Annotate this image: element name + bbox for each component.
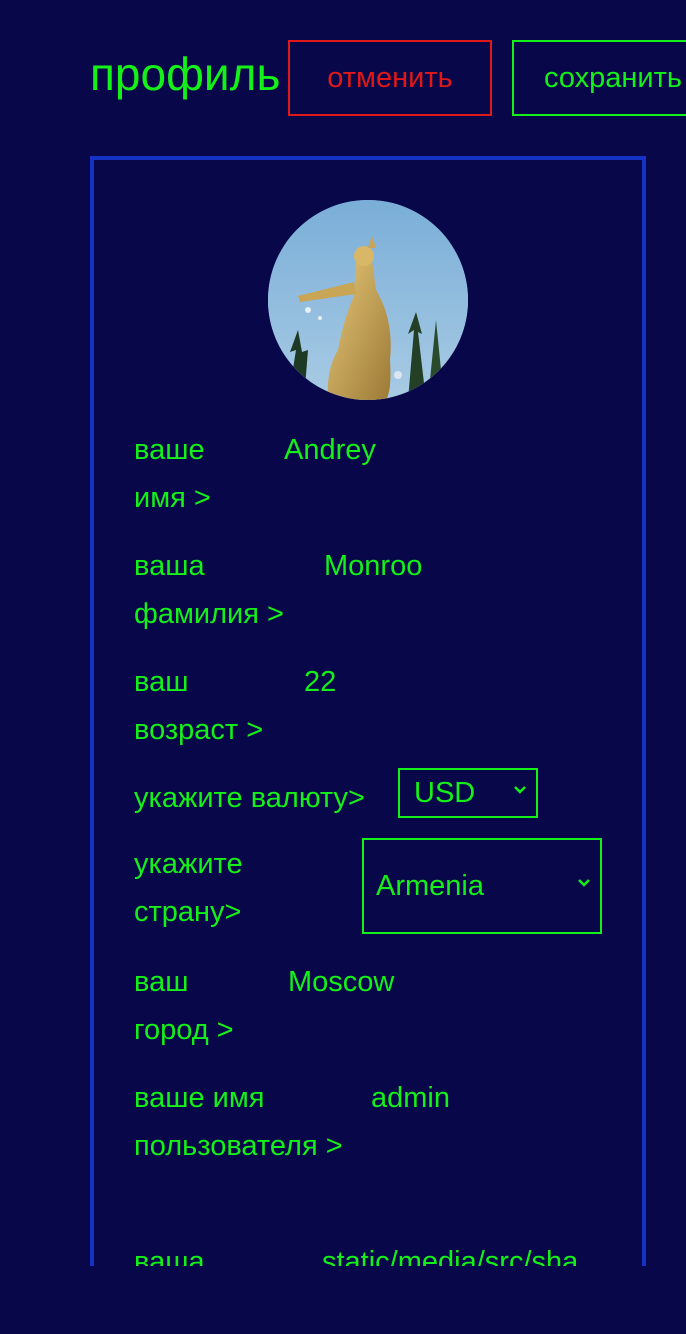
username-value[interactable]: admin [371, 1074, 450, 1122]
last-name-label: ваша фамилия > [134, 550, 284, 630]
currency-label: укажите валюту> [134, 782, 365, 814]
username-label: ваше имя пользователя > [134, 1082, 343, 1162]
last-name-value[interactable]: Monroo [324, 542, 422, 590]
cancel-button[interactable]: отменить [288, 40, 492, 116]
first-name-label: ваше имя > [134, 434, 211, 514]
country-label: укажите страну> [134, 848, 243, 928]
city-row[interactable]: ваш город > Moscow [134, 958, 614, 1054]
chevron-down-icon [578, 879, 590, 887]
currency-row: укажите валюту> [134, 774, 614, 824]
photo-label: ваша [134, 1246, 205, 1266]
last-name-row[interactable]: ваша фамилия > Monroo [134, 542, 614, 638]
first-name-value[interactable]: Andrey [284, 426, 376, 474]
country-row: укажите страну> [134, 840, 334, 936]
statue-photo [268, 200, 468, 400]
age-row[interactable]: ваш возраст > 22 [134, 658, 614, 754]
username-row[interactable]: ваше имя пользователя > admin [134, 1074, 614, 1218]
age-label: ваш возраст > [134, 666, 264, 746]
city-value[interactable]: Moscow [288, 958, 394, 1006]
currency-selected: USD [414, 776, 476, 809]
header-bar: профиль отменить сохранить [0, 0, 686, 130]
country-selected: Armenia [376, 869, 484, 902]
country-select[interactable]: Armenia [362, 838, 602, 934]
currency-select[interactable]: USD [398, 768, 538, 818]
avatar[interactable] [268, 200, 468, 400]
profile-panel: ваше имя > Andrey ваша фамилия > Monroo … [90, 156, 646, 1266]
photo-value[interactable]: static/media/src/sha [322, 1238, 578, 1266]
page-title: профиль [90, 48, 281, 100]
first-name-row[interactable]: ваше имя > Andrey [134, 426, 614, 522]
save-button[interactable]: сохранить [512, 40, 686, 116]
chevron-down-icon [514, 786, 526, 794]
city-label: ваш город > [134, 966, 234, 1046]
photo-row[interactable]: ваша static/media/src/sha [134, 1238, 614, 1266]
age-value[interactable]: 22 [304, 658, 336, 706]
